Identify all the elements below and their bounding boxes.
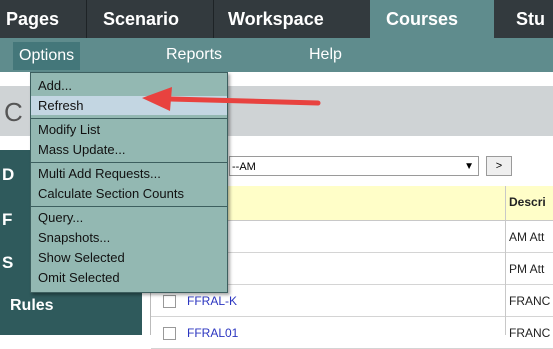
menu-item-omit-selected[interactable]: Omit Selected	[31, 268, 227, 287]
menu-item-mass-update[interactable]: Mass Update...	[31, 140, 227, 159]
menu-separator	[31, 162, 227, 163]
course-description: FRANC	[509, 326, 551, 340]
menu-reports[interactable]: Reports	[166, 38, 222, 72]
column-divider	[505, 186, 506, 335]
menu-separator	[31, 118, 227, 119]
filter-select-value: --AM	[232, 161, 256, 173]
course-code[interactable]: FFRAL-K	[187, 294, 237, 308]
menu-item-show-selected[interactable]: Show Selected	[31, 248, 227, 267]
tab-courses[interactable]: Courses	[370, 0, 494, 38]
menu-bar: Options Reports Help	[0, 38, 553, 72]
filter-select[interactable]: --AM ▼	[229, 156, 479, 176]
row-checkbox[interactable]	[163, 295, 176, 308]
menu-help[interactable]: Help	[309, 38, 342, 72]
nav-item-s[interactable]: S	[2, 253, 13, 273]
row-checkbox[interactable]	[163, 327, 176, 340]
course-description: AM Att	[509, 230, 545, 244]
menu-item-query[interactable]: Query...	[31, 208, 227, 227]
tab-pages[interactable]: Pages	[6, 0, 74, 38]
tab-students[interactable]: Stu	[516, 0, 553, 38]
nav-item-d[interactable]: D	[2, 165, 14, 185]
tab-divider	[213, 0, 214, 38]
tab-scenario[interactable]: Scenario	[103, 0, 193, 38]
top-tab-bar: Pages Scenario Workspace Courses Stu	[0, 0, 553, 38]
column-header-description[interactable]: Descri	[509, 195, 546, 209]
tab-divider	[86, 0, 87, 38]
table-row[interactable]: FFRAL01 FRANC	[151, 317, 553, 349]
dropdown-arrow-icon: ▼	[464, 161, 474, 172]
course-code[interactable]: FFRAL01	[187, 326, 238, 340]
menu-item-add[interactable]: Add...	[31, 76, 227, 95]
menu-separator	[31, 206, 227, 207]
go-button[interactable]: >	[486, 156, 512, 176]
menu-item-refresh[interactable]: Refresh	[31, 96, 227, 115]
menu-item-calculate-section-counts[interactable]: Calculate Section Counts	[31, 184, 227, 203]
menu-item-snapshots[interactable]: Snapshots...	[31, 228, 227, 247]
menu-item-modify-list[interactable]: Modify List	[31, 120, 227, 139]
menu-item-multi-add-requests[interactable]: Multi Add Requests...	[31, 164, 227, 183]
options-dropdown-menu: Add... Refresh Modify List Mass Update..…	[30, 72, 228, 293]
course-description: PM Att	[509, 262, 545, 276]
nav-item-f[interactable]: F	[2, 210, 12, 230]
nav-item-rules[interactable]: Rules	[10, 297, 54, 315]
menu-options[interactable]: Options	[13, 42, 81, 70]
page-title: C	[4, 97, 23, 127]
course-description: FRANC	[509, 294, 551, 308]
tab-workspace[interactable]: Workspace	[228, 0, 340, 38]
